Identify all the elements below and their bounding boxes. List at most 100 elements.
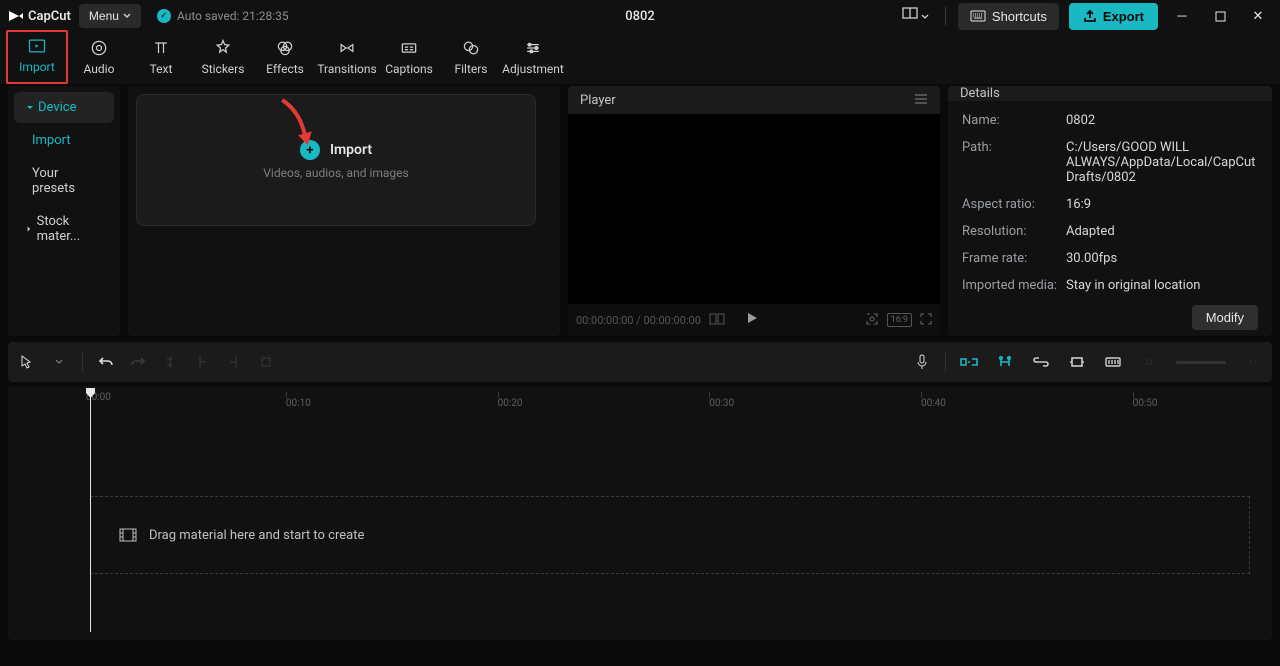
timeline[interactable]: 00:00 00:10 00:20 00:30 00:40 00:50 Drag…	[8, 386, 1272, 640]
zoom-out-icon[interactable]: ○	[1140, 353, 1158, 371]
label-resolution: Resolution:	[962, 224, 1066, 239]
label-framerate: Frame rate:	[962, 251, 1066, 266]
player-header: Player	[580, 93, 616, 108]
mic-icon[interactable]	[913, 353, 931, 371]
value-framerate: 30.00fps	[1066, 251, 1258, 266]
play-button[interactable]	[745, 311, 759, 329]
details-panel: Details Name:0802 Path:C:/Users/GOOD WIL…	[948, 86, 1272, 336]
chevron-down-icon	[123, 12, 131, 20]
value-aspect: 16:9	[1066, 197, 1258, 212]
zoom-fit-icon[interactable]: ◌	[1244, 353, 1262, 371]
player-panel: Player 00:00:00:00 / 00:00:00:00 16:9	[568, 86, 940, 336]
label-aspect: Aspect ratio:	[962, 197, 1066, 212]
minimize-button[interactable]: ─	[1168, 2, 1196, 30]
sidebar-stock[interactable]: Stock mater...	[14, 206, 114, 252]
player-time: 00:00:00:00 / 00:00:00:00	[576, 314, 701, 327]
project-title: 0802	[625, 9, 655, 24]
tab-text[interactable]: Text	[130, 34, 192, 84]
compare-icon[interactable]	[709, 313, 725, 328]
tab-filters[interactable]: Filters	[440, 34, 502, 84]
timeline-drop-hint[interactable]: Drag material here and start to create	[90, 496, 1250, 574]
left-trim-icon[interactable]	[193, 353, 211, 371]
sidebar-device[interactable]: Device	[14, 92, 114, 123]
timeline-toolbar: ○ ◌	[8, 342, 1272, 382]
import-title: Import	[330, 142, 372, 158]
preview-cut-icon[interactable]	[1068, 353, 1086, 371]
export-button[interactable]: Export	[1069, 3, 1158, 30]
tab-effects[interactable]: Effects	[254, 34, 316, 84]
right-trim-icon[interactable]	[225, 353, 243, 371]
stickers-icon	[213, 38, 233, 58]
keyboard-icon	[970, 10, 986, 22]
label-name: Name:	[962, 113, 1066, 128]
adjustment-icon	[523, 38, 543, 58]
tool-chevron-icon[interactable]	[50, 353, 68, 371]
value-resolution: Adapted	[1066, 224, 1258, 239]
layout-switch-icon[interactable]	[898, 3, 933, 29]
import-drop-zone[interactable]: + Import Videos, audios, and images	[136, 94, 536, 226]
timeline-hint-text: Drag material here and start to create	[149, 528, 364, 543]
value-imported: Stay in original location	[1066, 278, 1258, 293]
app-logo: CapCut	[8, 8, 71, 24]
crop-icon[interactable]	[257, 353, 275, 371]
timeline-settings-icon[interactable]	[1104, 353, 1122, 371]
tab-transitions[interactable]: Transitions	[316, 34, 378, 84]
timeline-ruler[interactable]: 00:00 00:10 00:20 00:30 00:40 00:50	[86, 386, 1262, 408]
check-icon: ✓	[157, 9, 171, 23]
caret-right-icon	[26, 225, 33, 233]
tab-adjustment[interactable]: Adjustment	[502, 34, 564, 84]
media-panel: + Import Videos, audios, and images	[128, 86, 560, 336]
details-header: Details	[960, 86, 1000, 101]
tick-label-2: 00:20	[498, 398, 523, 409]
app-name: CapCut	[28, 9, 71, 24]
value-path: C:/Users/GOOD WILL ALWAYS/AppData/Local/…	[1066, 140, 1258, 185]
tick-label-1: 00:10	[286, 398, 311, 409]
text-icon	[151, 38, 171, 58]
capcut-logo-icon	[8, 8, 24, 24]
export-icon	[1083, 9, 1097, 23]
sidebar-import[interactable]: Import	[14, 125, 114, 156]
fullscreen-icon[interactable]	[920, 313, 932, 328]
tab-audio[interactable]: Audio	[68, 34, 130, 84]
film-icon	[119, 528, 137, 542]
import-subtitle: Videos, audios, and images	[263, 166, 408, 180]
snapshot-icon[interactable]	[865, 312, 879, 329]
modify-button[interactable]: Modify	[1192, 305, 1258, 330]
playhead[interactable]	[90, 390, 91, 632]
label-path: Path:	[962, 140, 1066, 185]
effects-icon	[275, 38, 295, 58]
player-controls: 00:00:00:00 / 00:00:00:00 16:9	[568, 304, 940, 336]
magnet-link-icon[interactable]	[996, 353, 1014, 371]
undo-icon[interactable]	[97, 353, 115, 371]
sidebar-presets[interactable]: Your presets	[14, 158, 114, 204]
autosave-status: ✓ Auto saved: 21:28:35	[157, 9, 289, 23]
zoom-slider[interactable]	[1176, 361, 1226, 364]
value-name: 0802	[1066, 113, 1258, 128]
tick-label-5: 00:50	[1133, 398, 1158, 409]
editor-tabs: Import Audio Text Stickers Effects Trans…	[0, 32, 1280, 84]
caret-down-icon	[26, 104, 34, 112]
tab-import[interactable]: Import	[6, 30, 68, 84]
import-icon	[27, 36, 47, 56]
tab-captions[interactable]: Captions	[378, 34, 440, 84]
filters-icon	[461, 38, 481, 58]
captions-icon	[399, 38, 419, 58]
maximize-button[interactable]	[1206, 2, 1234, 30]
player-viewport	[568, 114, 940, 304]
media-sidebar: Device Import Your presets Stock mater..…	[8, 86, 120, 336]
shortcuts-button[interactable]: Shortcuts	[958, 3, 1059, 30]
magnet-main-icon[interactable]	[960, 353, 978, 371]
transitions-icon	[337, 38, 357, 58]
menu-button[interactable]: Menu	[79, 4, 141, 28]
split-icon[interactable]	[161, 353, 179, 371]
selection-tool-icon[interactable]	[18, 353, 36, 371]
link-icon[interactable]	[1032, 353, 1050, 371]
aspect-badge[interactable]: 16:9	[887, 313, 912, 327]
audio-icon	[89, 38, 109, 58]
redo-icon[interactable]	[129, 353, 147, 371]
label-imported: Imported media:	[962, 278, 1066, 293]
player-menu-icon[interactable]	[914, 93, 928, 108]
tab-stickers[interactable]: Stickers	[192, 34, 254, 84]
close-button[interactable]: ✕	[1244, 2, 1272, 30]
annotation-arrow	[276, 96, 316, 155]
